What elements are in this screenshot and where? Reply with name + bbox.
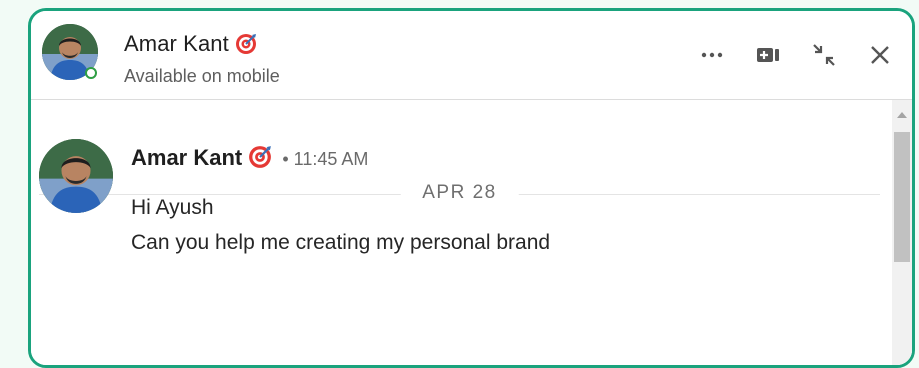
video-call-button[interactable] [750,39,786,71]
video-call-icon [757,48,779,62]
message-text-line-2: Can you help me creating my personal bra… [131,231,551,254]
contact-name[interactable]: Amar Kant [124,31,257,61]
target-badge-icon [235,33,257,61]
online-status-indicator [85,67,97,79]
contact-status: Available on mobile [124,66,280,86]
vertical-scrollbar[interactable] [892,100,912,365]
sender-name[interactable]: Amar Kant [131,145,242,170]
more-options-button[interactable] [694,39,730,71]
message-text-line-1: Hi Ayush [131,196,214,219]
minimize-button[interactable] [806,39,842,71]
more-icon [701,52,723,58]
date-label: APR 28 [400,182,519,204]
header-actions [674,39,898,71]
message-timestamp: • 11:45 AM [282,149,369,169]
scroll-up-arrow-icon[interactable] [897,112,907,118]
conversation-pane[interactable]: APR 28 Amar Kant • 11:45 AM Hi Ayush Can… [31,100,912,365]
messaging-window: Amar Kant Available on mobile APR 28 Ama… [28,8,915,368]
close-icon [871,46,889,64]
target-badge-icon [248,145,272,175]
scrollbar-thumb[interactable] [894,132,910,262]
sender-avatar[interactable] [39,139,113,213]
chat-header[interactable]: Amar Kant Available on mobile [31,11,912,100]
minimize-icon [813,44,835,66]
close-button[interactable] [862,39,898,71]
message-sender[interactable]: Amar Kant • 11:45 AM [131,145,368,175]
